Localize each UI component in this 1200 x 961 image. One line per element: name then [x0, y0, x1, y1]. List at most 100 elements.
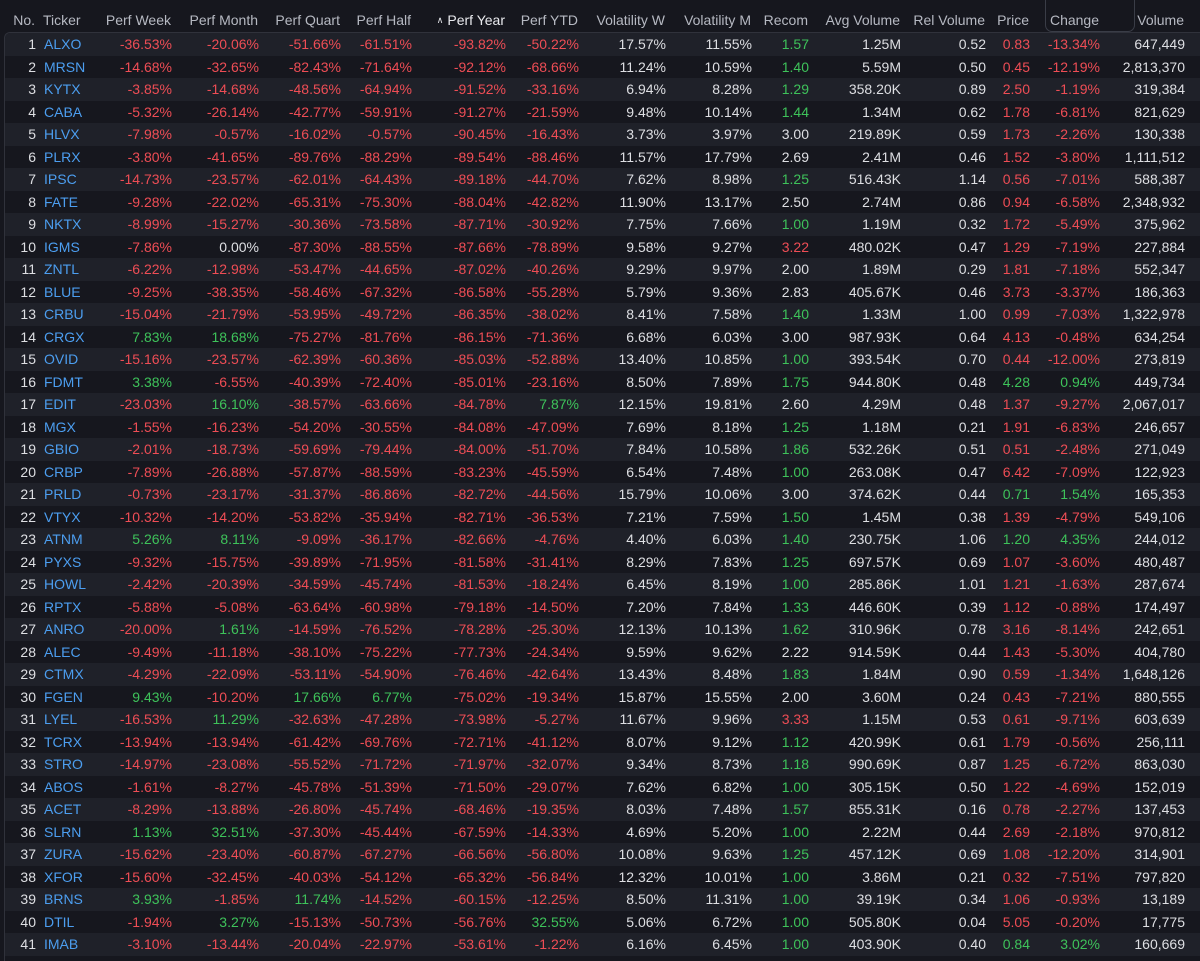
cell-ticker[interactable]: BRNS — [44, 888, 83, 911]
table-row[interactable]: 29 CTMX -4.29% -22.09% -53.11% -54.90% -76.46%… — [5, 663, 1200, 686]
column-header-perf-half[interactable]: Perf Half — [357, 8, 411, 32]
cell-ticker[interactable]: ALXO — [44, 33, 81, 56]
table-row[interactable]: 39 BRNS 3.93% -1.85% 11.74% -14.52% -60.15% -12… — [5, 888, 1200, 911]
table-row[interactable]: 37 ZURA -15.62% -23.40% -60.87% -67.27% -66.56… — [5, 843, 1200, 866]
cell-ticker[interactable]: IMAB — [44, 933, 78, 956]
cell-ticker[interactable]: IGMS — [44, 236, 80, 259]
cell-ticker[interactable]: ZNTL — [44, 258, 79, 281]
cell-ticker[interactable]: CRBP — [44, 461, 83, 484]
table-row[interactable]: 36 SLRN 1.13% 32.51% -37.30% -45.44% -67.59% -1… — [5, 820, 1200, 844]
cell-ticker[interactable]: RPTX — [44, 596, 81, 619]
cell-ticker[interactable]: SLRN — [44, 821, 81, 844]
cell-ticker[interactable]: ANRO — [44, 618, 84, 641]
table-row[interactable]: 32 TCRX -13.94% -13.94% -61.42% -69.76% -72.71… — [5, 730, 1200, 754]
table-row[interactable]: 19 GBIO -2.01% -18.73% -59.69% -79.44% -84.00%… — [5, 438, 1200, 461]
cell-perf-quart: -53.11% — [289, 666, 341, 682]
cell-ticker[interactable]: DTIL — [44, 911, 74, 934]
table-row[interactable]: 31 LYEL -16.53% 11.29% -32.63% -47.28% -73.98%… — [5, 708, 1200, 731]
table-row[interactable]: 17 EDIT -23.03% 16.10% -38.57% -63.66% -84.78%… — [5, 393, 1200, 416]
cell-ticker[interactable]: MRSN — [44, 56, 85, 79]
table-row[interactable]: 22 VTYX -10.32% -14.20% -53.82% -35.94% -82.71… — [5, 505, 1200, 529]
table-row[interactable]: 18 MGX -1.55% -16.23% -54.20% -30.55% -84.08% -… — [5, 415, 1200, 439]
cell-ticker[interactable]: TCRX — [44, 731, 82, 754]
table-row[interactable]: 33 STRO -14.97% -23.08% -55.52% -71.72% -71.97… — [5, 753, 1200, 776]
table-row[interactable]: 20 CRBP -7.89% -26.88% -57.87% -88.59% -83.23%… — [5, 460, 1200, 484]
column-header-price[interactable]: Price — [997, 8, 1029, 32]
table-row[interactable]: 8 FATE -9.28% -22.02% -65.31% -75.30% -88.04% -… — [5, 190, 1200, 214]
cell-ticker[interactable]: PYXS — [44, 551, 81, 574]
cell-ticker[interactable]: MGX — [44, 416, 76, 439]
cell-ticker[interactable]: LYEL — [44, 708, 77, 731]
table-row[interactable]: 30 FGEN 9.43% -10.20% 17.66% 6.77% -75.02% -19.… — [5, 685, 1200, 709]
table-row[interactable]: 41 IMAB -3.10% -13.44% -20.04% -22.97% -53.61%… — [5, 933, 1200, 956]
cell-ticker[interactable]: FATE — [44, 191, 78, 214]
screener-table[interactable]: 1 ALXO -36.53% -20.06% -51.66% -61.51% -93.82%… — [4, 32, 1200, 961]
table-row[interactable]: 9 NKTX -8.99% -15.27% -30.36% -73.58% -87.71% -… — [5, 213, 1200, 236]
column-header-ticker[interactable]: Ticker — [43, 8, 81, 32]
column-header-change[interactable]: Change — [1050, 8, 1099, 32]
cell-ticker[interactable]: BLUE — [44, 281, 81, 304]
table-row[interactable]: 25 HOWL -2.42% -20.39% -34.59% -45.74% -81.53%… — [5, 573, 1200, 596]
cell-ticker[interactable]: NKTX — [44, 213, 81, 236]
column-header-volume[interactable]: Volume — [1137, 8, 1184, 32]
table-row[interactable]: 1 ALXO -36.53% -20.06% -51.66% -61.51% -93.82%… — [5, 33, 1200, 56]
table-row[interactable]: 40 DTIL -1.94% 3.27% -15.13% -50.73% -56.76% 32… — [5, 910, 1200, 934]
column-header-no[interactable]: No. — [13, 8, 35, 32]
table-row[interactable]: 12 BLUE -9.25% -38.35% -58.46% -67.32% -86.58%… — [5, 280, 1200, 304]
table-row[interactable]: 27 ANRO -20.00% 1.61% -14.59% -76.52% -78.28% -… — [5, 618, 1200, 641]
cell-ticker[interactable]: ABOS — [44, 776, 83, 799]
column-header-perf-month[interactable]: Perf Month — [190, 8, 258, 32]
cell-ticker[interactable]: IPSC — [44, 168, 77, 191]
table-row[interactable]: 6 PLRX -3.80% -41.65% -89.76% -88.29% -89.54% -… — [5, 145, 1200, 169]
column-header-avg-vol[interactable]: Avg Volume — [826, 8, 900, 32]
cell-ticker[interactable]: FGEN — [44, 686, 83, 709]
table-row[interactable]: 38 XFOR -15.60% -32.45% -40.03% -54.12% -65.32… — [5, 865, 1200, 889]
column-header-perf-week[interactable]: Perf Week — [106, 8, 171, 32]
cell-ticker[interactable]: PRLD — [44, 483, 81, 506]
cell-ticker[interactable]: CRGX — [44, 326, 84, 349]
cell-ticker[interactable]: ATNM — [44, 528, 83, 551]
table-row[interactable]: 23 ATNM 5.26% 8.11% -9.09% -36.17% -82.66% -4.7… — [5, 528, 1200, 551]
table-row[interactable]: 5 HLVX -7.98% -0.57% -16.02% -0.57% -90.45% -16… — [5, 123, 1200, 146]
cell-ticker[interactable]: OVID — [44, 348, 78, 371]
table-row[interactable]: 13 CRBU -15.04% -21.79% -53.95% -49.72% -86.35… — [5, 303, 1200, 326]
column-header-recom[interactable]: Recom — [764, 8, 808, 32]
table-row[interactable]: 21 PRLD -0.73% -23.17% -31.37% -86.86% -82.72%… — [5, 483, 1200, 506]
table-row[interactable]: 16 FDMT 3.38% -6.55% -40.39% -72.40% -85.01% -2… — [5, 370, 1200, 394]
cell-ticker[interactable]: XFOR — [44, 866, 83, 889]
table-row[interactable]: 2 MRSN -14.68% -32.65% -82.43% -71.64% -92.12%… — [5, 55, 1200, 79]
cell-ticker[interactable]: GBIO — [44, 438, 79, 461]
table-row[interactable]: 35 ACET -8.29% -13.88% -26.80% -45.74% -68.46%… — [5, 798, 1200, 821]
column-header-vol-m[interactable]: Volatility M — [684, 8, 751, 32]
table-row[interactable]: 11 ZNTL -6.22% -12.98% -53.47% -44.65% -87.02%… — [5, 258, 1200, 281]
cell-ticker[interactable]: HLVX — [44, 123, 80, 146]
cell-ticker[interactable]: PLRX — [44, 146, 81, 169]
table-row[interactable]: 26 RPTX -5.88% -5.08% -63.64% -60.98% -79.18% -… — [5, 595, 1200, 619]
cell-ticker[interactable]: EDIT — [44, 393, 76, 416]
table-row[interactable]: 34 ABOS -1.61% -8.27% -45.78% -51.39% -71.50% -… — [5, 775, 1200, 799]
table-row[interactable]: 3 KYTX -3.85% -14.68% -48.56% -64.94% -91.52% -… — [5, 78, 1200, 101]
column-header-rel-vol[interactable]: Rel Volume — [913, 8, 985, 32]
table-row[interactable]: 15 OVID -15.16% -23.57% -62.39% -60.36% -85.03… — [5, 348, 1200, 371]
column-header-perf-quart[interactable]: Perf Quart — [275, 8, 340, 32]
cell-ticker[interactable]: CTMX — [44, 663, 84, 686]
cell-ticker[interactable]: STRO — [44, 753, 83, 776]
cell-ticker[interactable]: ZURA — [44, 843, 82, 866]
cell-ticker[interactable]: VTYX — [44, 506, 81, 529]
column-header-perf-ytd[interactable]: Perf YTD — [521, 8, 578, 32]
cell-ticker[interactable]: CRBU — [44, 303, 84, 326]
table-row[interactable]: 7 IPSC -14.73% -23.57% -62.01% -64.43% -89.18%… — [5, 168, 1200, 191]
cell-ticker[interactable]: CABA — [44, 101, 82, 124]
cell-ticker[interactable]: FDMT — [44, 371, 83, 394]
cell-ticker[interactable]: HOWL — [44, 573, 86, 596]
table-row[interactable]: 10 IGMS -7.86% 0.00% -87.30% -88.55% -87.66% -7… — [5, 235, 1200, 259]
column-header-perf-year[interactable]: ∧ Perf Year — [437, 8, 505, 32]
cell-ticker[interactable]: ALEC — [44, 641, 81, 664]
column-header-vol-w[interactable]: Volatility W — [597, 8, 665, 32]
table-row[interactable]: 28 ALEC -9.49% -11.18% -38.10% -75.22% -77.73%… — [5, 640, 1200, 664]
table-row[interactable]: 4 CABA -5.32% -26.14% -42.77% -59.91% -91.27% -… — [5, 100, 1200, 124]
cell-ticker[interactable]: ACET — [44, 798, 81, 821]
table-row[interactable]: 14 CRGX 7.83% 18.68% -75.27% -81.76% -86.15% -7… — [5, 325, 1200, 349]
table-row[interactable]: 24 PYXS -9.32% -15.75% -39.89% -71.95% -81.58%… — [5, 550, 1200, 574]
cell-ticker[interactable]: KYTX — [44, 78, 81, 101]
